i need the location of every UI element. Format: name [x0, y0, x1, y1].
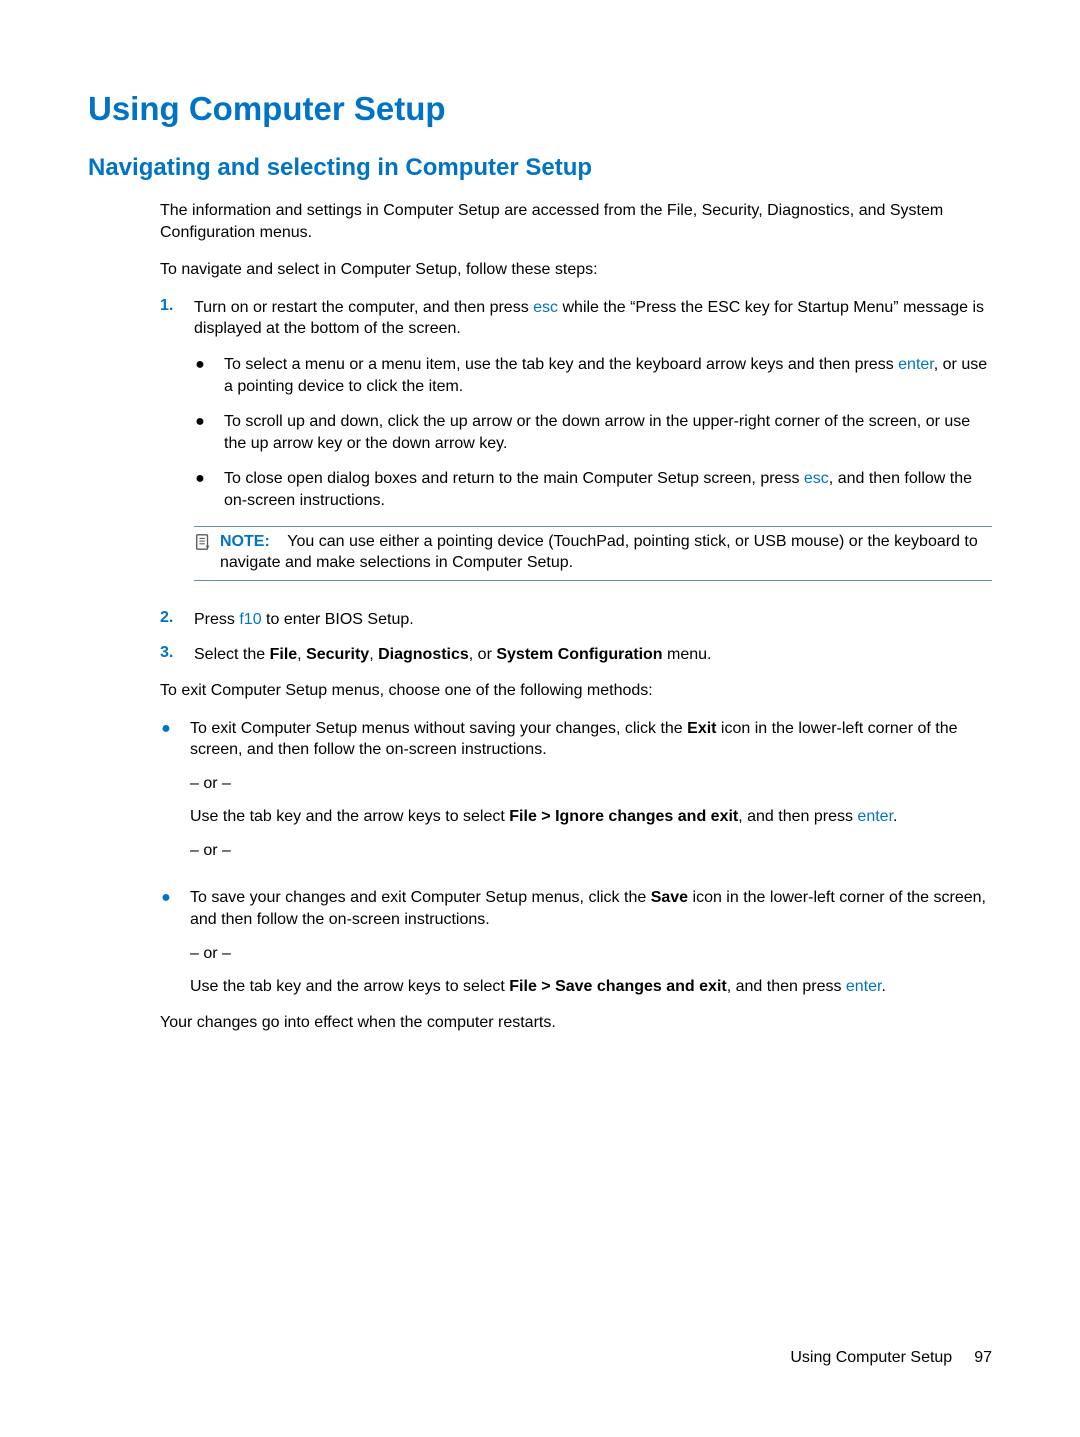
text: Use the tab key and the arrow keys to se… — [190, 976, 992, 998]
list-body: To save your changes and exit Computer S… — [190, 887, 992, 997]
text: Use the tab key and the arrow keys to se… — [190, 806, 992, 828]
footer-section-title: Using Computer Setup — [790, 1349, 952, 1367]
lead-paragraph: To navigate and select in Computer Setup… — [160, 259, 992, 281]
footer-page-number: 97 — [974, 1349, 992, 1367]
bullet-icon: ● — [160, 718, 172, 874]
step-body: Select the File, Security, Diagnostics, … — [194, 644, 992, 666]
or-separator: – or – — [190, 943, 992, 965]
text: Press — [194, 611, 239, 628]
text: You can use either a pointing device (To… — [220, 533, 978, 572]
exit-icon-label: Exit — [687, 720, 716, 737]
text: Turn on or restart the computer, and the… — [194, 299, 533, 316]
body-content: The information and settings in Computer… — [160, 200, 992, 1033]
text: To save your changes and exit Computer S… — [190, 887, 992, 930]
bullet-icon: ● — [160, 887, 172, 997]
intro-paragraph: The information and settings in Computer… — [160, 200, 992, 243]
key-f10: f10 — [239, 611, 261, 628]
step-number: 2. — [160, 609, 178, 631]
key-esc: esc — [804, 470, 829, 487]
bullet-icon: ● — [194, 468, 206, 511]
key-enter: enter — [857, 808, 893, 825]
key-enter: enter — [898, 356, 934, 373]
menu-security: Security — [306, 646, 369, 663]
key-enter: enter — [846, 978, 882, 995]
text: . — [882, 978, 886, 995]
list-body: To exit Computer Setup menus without sav… — [190, 718, 992, 874]
text: , or — [469, 646, 497, 663]
list-body: To select a menu or a menu item, use the… — [224, 354, 992, 397]
key-esc: esc — [533, 299, 558, 316]
list-body: To close open dialog boxes and return to… — [224, 468, 992, 511]
text: To close open dialog boxes and return to… — [224, 470, 804, 487]
menu-system-configuration: System Configuration — [496, 646, 662, 663]
list-item: ● To select a menu or a menu item, use t… — [194, 354, 992, 397]
step-1: 1. Turn on or restart the computer, and … — [160, 297, 992, 595]
list-body: To scroll up and down, click the up arro… — [224, 411, 992, 454]
step-2: 2. Press f10 to enter BIOS Setup. — [160, 609, 992, 631]
step-number: 3. — [160, 644, 178, 666]
page-heading-1: Using Computer Setup — [88, 90, 992, 128]
page-heading-2: Navigating and selecting in Computer Set… — [88, 154, 992, 182]
text: Use the tab key and the arrow keys to se… — [190, 808, 509, 825]
exit-intro: To exit Computer Setup menus, choose one… — [160, 680, 992, 702]
bullet-icon: ● — [194, 354, 206, 397]
or-separator: – or – — [190, 840, 992, 862]
sub-bullet-list: ● To select a menu or a menu item, use t… — [194, 354, 992, 512]
menu-diagnostics: Diagnostics — [378, 646, 469, 663]
note-callout: NOTE: You can use either a pointing devi… — [194, 526, 992, 581]
text: Select the — [194, 646, 270, 663]
list-item: ● To scroll up and down, click the up ar… — [194, 411, 992, 454]
step-body: Turn on or restart the computer, and the… — [194, 297, 992, 595]
step-number: 1. — [160, 297, 178, 595]
text: To exit Computer Setup menus without sav… — [190, 720, 687, 737]
text: To save your changes and exit Computer S… — [190, 889, 651, 906]
text: Use the tab key and the arrow keys to se… — [190, 978, 509, 995]
text: , — [297, 646, 306, 663]
list-item: ● To save your changes and exit Computer… — [160, 887, 992, 997]
save-icon-label: Save — [651, 889, 688, 906]
list-item: ● To close open dialog boxes and return … — [194, 468, 992, 511]
or-separator: – or – — [190, 773, 992, 795]
text: To exit Computer Setup menus without sav… — [190, 718, 992, 761]
document-page: Using Computer Setup Navigating and sele… — [0, 0, 1080, 1437]
menu-path: File > Save changes and exit — [509, 978, 726, 995]
step-3: 3. Select the File, Security, Diagnostic… — [160, 644, 992, 666]
menu-file: File — [270, 646, 298, 663]
page-footer: Using Computer Setup 97 — [790, 1349, 992, 1367]
note-icon — [194, 533, 212, 551]
note-text: NOTE: You can use either a pointing devi… — [220, 531, 992, 574]
text: To select a menu or a menu item, use the… — [224, 356, 898, 373]
bullet-icon: ● — [194, 411, 206, 454]
list-item: ● To exit Computer Setup menus without s… — [160, 718, 992, 874]
text: , — [369, 646, 378, 663]
text: , and then press — [738, 808, 857, 825]
text: to enter BIOS Setup. — [262, 611, 414, 628]
closing-paragraph: Your changes go into effect when the com… — [160, 1012, 992, 1034]
text: , and then press — [727, 978, 846, 995]
menu-path: File > Ignore changes and exit — [509, 808, 738, 825]
step-body: Press f10 to enter BIOS Setup. — [194, 609, 992, 631]
text: menu. — [663, 646, 712, 663]
text: . — [893, 808, 897, 825]
note-label: NOTE: — [220, 533, 270, 550]
